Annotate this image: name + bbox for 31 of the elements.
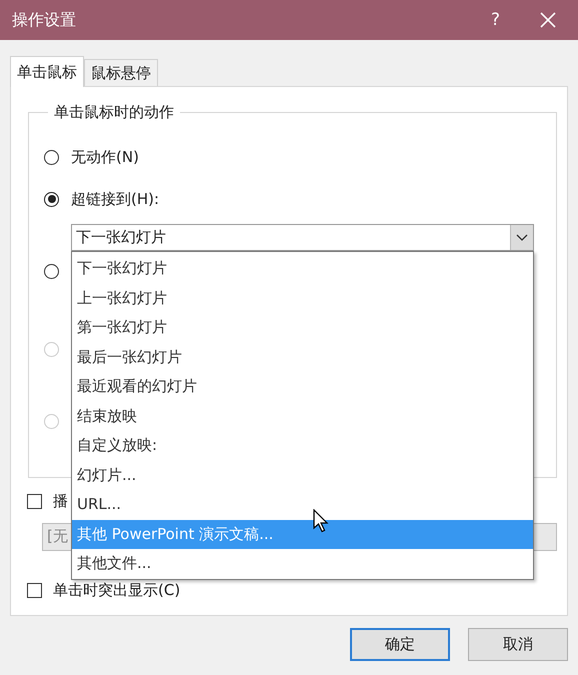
radio-label: 超链接到(H): (71, 190, 160, 208)
hyperlink-dropdown[interactable]: 下一张幻灯片 (71, 224, 534, 251)
group-legend: 单击鼠标时的动作 (48, 103, 180, 122)
radio-button[interactable] (44, 192, 59, 206)
dropdown-item[interactable]: 第一张幻灯片 (72, 313, 533, 342)
checkbox[interactable] (27, 494, 42, 509)
dropdown-item[interactable]: 上一张幻灯片 (72, 284, 533, 313)
dropdown-button[interactable] (510, 225, 533, 250)
dropdown-item[interactable]: 自定义放映: (72, 431, 533, 460)
checkbox-label: 单击时突出显示(C) (53, 581, 180, 600)
dropdown-item[interactable]: 其他文件... (72, 549, 533, 578)
window-title: 操作设置 (12, 10, 77, 30)
help-button[interactable]: ? (490, 10, 500, 30)
tab[interactable]: 单击鼠标 (10, 56, 84, 87)
radio-label: 无动作(N) (71, 148, 139, 166)
dropdown-item[interactable]: URL... (72, 490, 533, 520)
dropdown-item[interactable]: 最后一张幻灯片 (72, 342, 533, 372)
tab[interactable]: 鼠标悬停 (84, 59, 158, 86)
dropdown-item[interactable]: 下一张幻灯片 (72, 254, 533, 284)
cancel-button[interactable]: 取消 (468, 628, 568, 661)
radio-button[interactable] (44, 150, 59, 164)
dropdown-item[interactable]: 幻灯片... (72, 460, 533, 490)
chevron-icon (516, 234, 528, 242)
checkbox-label: 播 (53, 492, 68, 511)
dropdown-item[interactable]: 结束放映 (72, 402, 533, 431)
checkbox[interactable] (27, 583, 42, 598)
dropdown-item[interactable]: 最近观看的幻灯片 (72, 372, 533, 402)
cursor-icon (313, 509, 329, 533)
radio-button[interactable] (44, 264, 59, 278)
ok-button[interactable]: 确定 (350, 628, 450, 661)
close-icon[interactable] (540, 12, 556, 28)
